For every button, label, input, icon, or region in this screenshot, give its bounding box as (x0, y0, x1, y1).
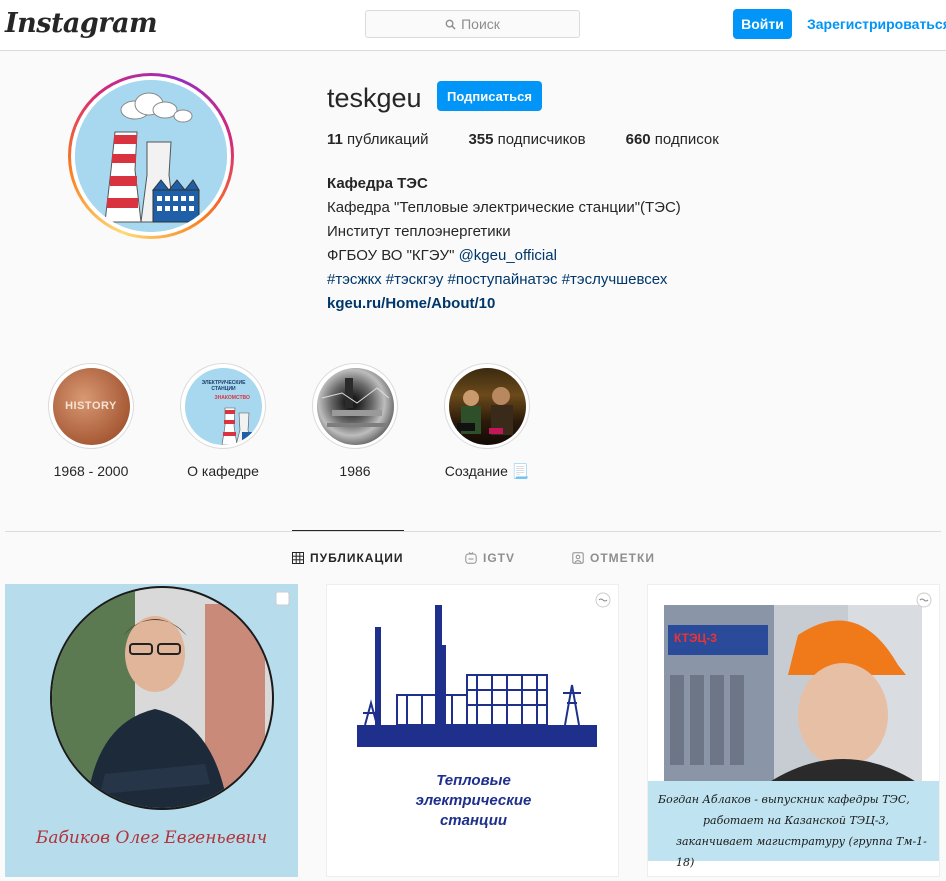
caption-line: Богдан Аблаков - выпускник кафедры ТЭС, (658, 793, 910, 806)
caption-line: работает на Казанской ТЭЦ-3, (703, 814, 890, 827)
hashtags[interactable]: #тэсжкх #тэскгэу #поступайнатэс #тэслучш… (327, 268, 681, 292)
posts-count-label: публикаций (342, 131, 429, 148)
post-caption: Богдан Аблаков - выпускник кафедры ТЭС, … (648, 781, 939, 869)
story-highlight[interactable]: 1986 (312, 363, 398, 479)
tab-label: ПУБЛИКАЦИИ (310, 551, 404, 565)
igtv-post-icon (595, 592, 611, 608)
highlight-label: О кафедре (187, 463, 259, 479)
search-icon (445, 19, 456, 30)
power-plant-logo (75, 80, 227, 232)
tab-tagged[interactable]: ОТМЕТКИ (572, 551, 655, 565)
post-thumbnail[interactable]: КТЭЦ-3 Богдан Аблаков - выпускник кафедр… (647, 584, 940, 877)
bio-line: Кафедра "Тепловые электрические станции"… (327, 199, 681, 216)
posts-count-number: 11 (327, 131, 343, 148)
carousel-icon (275, 591, 290, 606)
post-caption: Бабиков Олег Евгеньевич (35, 828, 268, 848)
caption-line: станции (439, 812, 508, 829)
post-caption: Тепловые электрические станции (327, 771, 618, 831)
website-link[interactable]: kgeu.ru/Home/About/10 (327, 292, 681, 316)
highlight-label: 1986 (339, 463, 371, 479)
igtv-icon (465, 552, 477, 564)
aerial-photo-cover (316, 367, 394, 445)
tabs-divider (5, 531, 941, 532)
following-count-number: 660 (625, 131, 651, 148)
tab-igtv[interactable]: IGTV (465, 551, 515, 565)
bio-line: ФГБОУ ВО "КГЭУ" @kgeu_official (327, 244, 681, 268)
following-count[interactable]: 660 подписок (626, 131, 719, 148)
bio-line: Институт теплоэнергетики (327, 223, 511, 240)
tagged-icon (572, 552, 584, 564)
search-input[interactable]: Поиск (365, 10, 580, 38)
story-highlight[interactable]: ЭЛЕКТРИЧЕСКИЕ СТАНЦИИ ЗНАКОМСТВО О кафед… (180, 363, 266, 479)
power-plant-cover: ЭЛЕКТРИЧЕСКИЕ СТАНЦИИ ЗНАКОМСТВО (184, 367, 262, 445)
caption-line: Тепловые (436, 772, 511, 789)
post-thumbnail[interactable]: Тепловые электрические станции (326, 584, 619, 877)
profile-username: teskgeu (327, 83, 422, 113)
posts-count: 11 публикаций (327, 131, 428, 148)
active-tab-indicator (292, 530, 404, 531)
followers-count[interactable]: 355 подписчиков (468, 131, 585, 148)
followers-count-label: подписчиков (493, 131, 586, 148)
top-navigation-bar: Instagram Поиск Войти Зарегистрироваться (0, 0, 946, 51)
bio-text: ФГБОУ ВО "КГЭУ" (327, 247, 459, 264)
people-drawing (456, 386, 513, 435)
highlight-label: 1968 - 2000 (53, 463, 129, 479)
power-plant-drawing (221, 407, 262, 445)
people-photo-cover (448, 367, 526, 445)
follow-button[interactable]: Подписаться (437, 81, 542, 111)
caption-line: электрические (415, 792, 532, 809)
signup-link[interactable]: Зарегистрироваться (807, 16, 946, 32)
profile-avatar[interactable] (68, 73, 234, 239)
history-cover: HISTORY (52, 367, 130, 445)
profile-stats: 11 публикаций 355 подписчиков 660 подпис… (327, 131, 759, 148)
following-count-label: подписок (650, 131, 719, 148)
highlight-label: Создание 📃 (444, 463, 530, 479)
login-button[interactable]: Войти (733, 9, 792, 39)
caption-line: заканчивает магистратуру (группа Тм-1-18… (676, 835, 927, 869)
sign-text: КТЭЦ-3 (674, 631, 717, 645)
tab-label: IGTV (483, 551, 516, 565)
story-highlight[interactable]: HISTORY 1968 - 2000 (48, 363, 134, 479)
search-placeholder: Поиск (461, 16, 500, 32)
instagram-logo[interactable]: Instagram (5, 8, 158, 39)
story-highlight[interactable]: Создание 📃 (444, 363, 530, 480)
igtv-post-icon (916, 592, 932, 608)
profile-bio: Кафедра ТЭС Кафедра "Тепловые электричес… (327, 172, 681, 316)
followers-count-number: 355 (468, 131, 494, 148)
profile-full-name: Кафедра ТЭС (327, 175, 428, 192)
mention-link[interactable]: @kgeu_official (459, 247, 557, 264)
power-plant-emblem (357, 605, 597, 747)
tab-label: ОТМЕТКИ (590, 551, 655, 565)
post-thumbnail[interactable]: Бабиков Олег Евгеньевич (5, 584, 298, 877)
aerial-ruins-drawing (321, 377, 389, 427)
grid-icon (292, 552, 304, 564)
history-text: HISTORY (65, 400, 117, 412)
tab-posts[interactable]: ПУБЛИКАЦИИ (292, 551, 403, 565)
